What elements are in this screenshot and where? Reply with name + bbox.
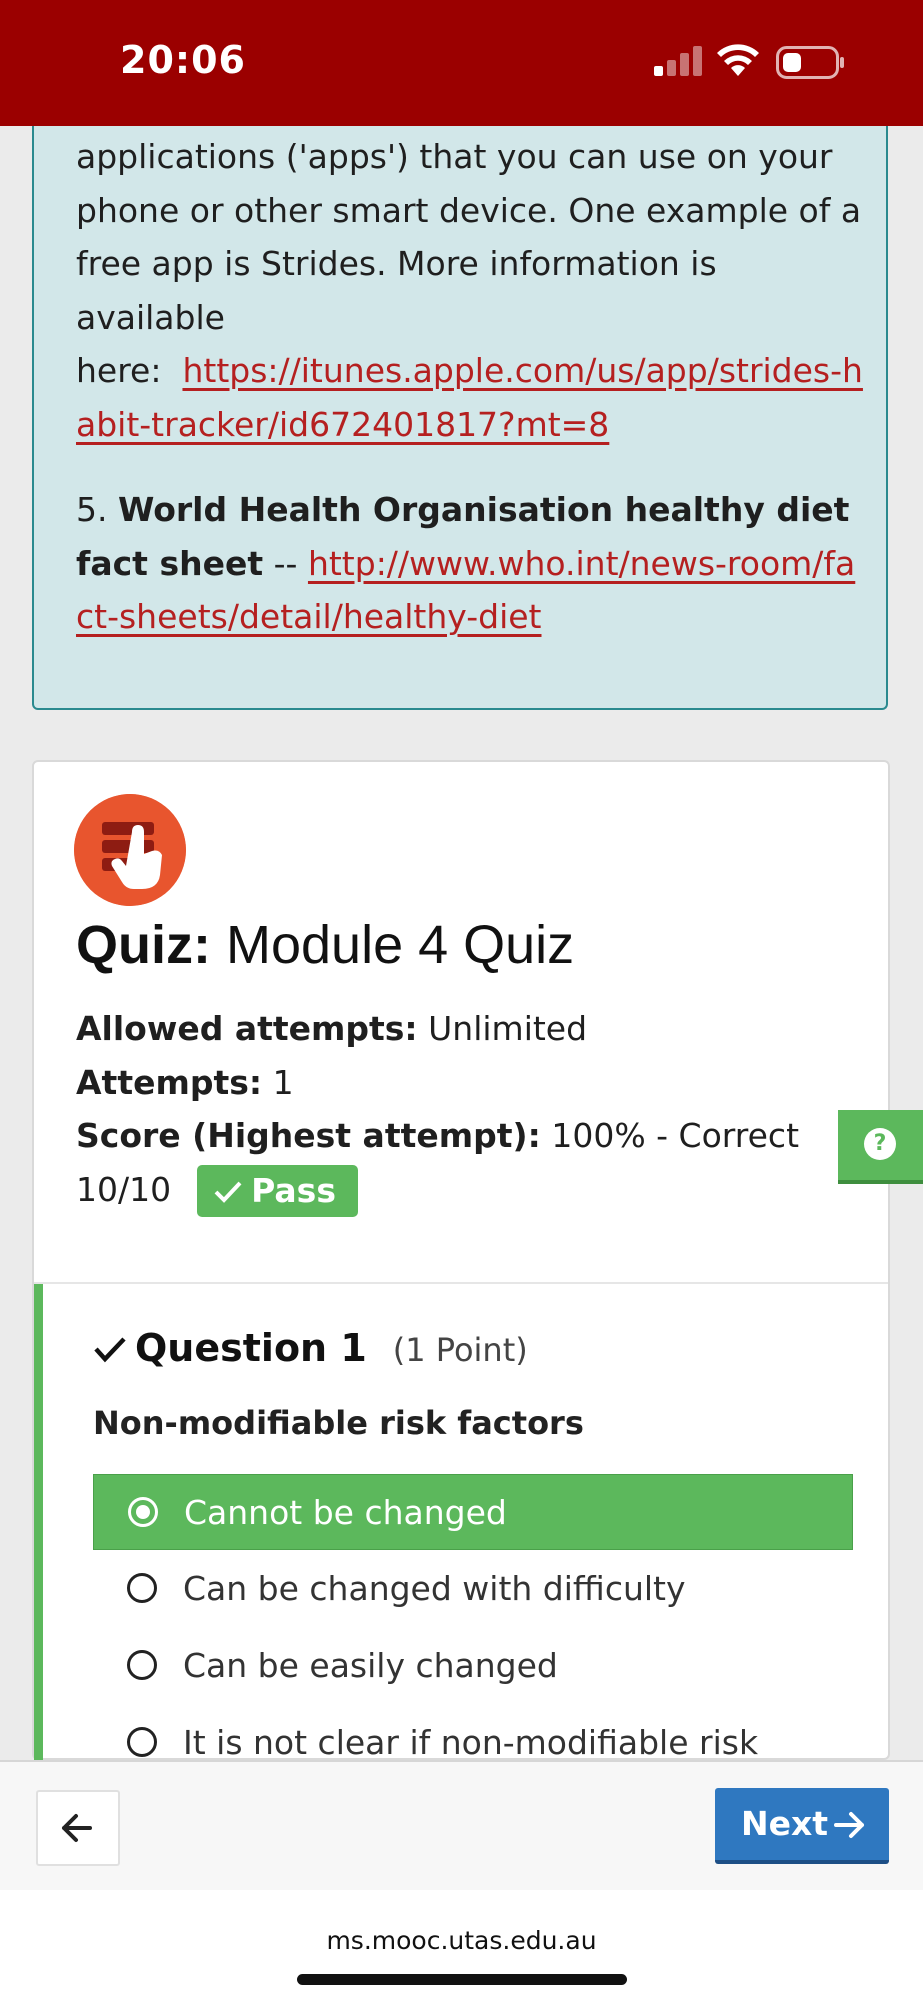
radio-icon (127, 1650, 157, 1680)
strides-link[interactable]: https://itunes.apple.com/us/app/strides-… (76, 351, 863, 444)
quiz-hand-icon (74, 794, 186, 906)
here-label: here: (76, 351, 162, 390)
quiz-title: Quiz: Module 4 Quiz (76, 914, 574, 976)
answer-option[interactable]: Can be changed with difficulty (93, 1551, 853, 1627)
bottom-navigation: Next (0, 1760, 923, 1890)
attempts-label: Attempts: (76, 1062, 263, 1102)
answer-option[interactable]: Cannot be changed (93, 1474, 853, 1550)
allowed-attempts-label: Allowed attempts: (76, 1009, 418, 1048)
answer-label: Cannot be changed (184, 1493, 507, 1532)
quiz-title-name: Module 4 Quiz (226, 915, 575, 975)
status-bar: 20:06 (0, 0, 923, 126)
next-button[interactable]: Next (715, 1788, 889, 1864)
back-button[interactable] (36, 1790, 120, 1866)
next-label: Next (741, 1804, 829, 1843)
arrow-right-icon (834, 1812, 864, 1838)
check-icon (214, 1181, 242, 1203)
browser-address-bar: ms.mooc.utas.edu.au (0, 1888, 923, 2000)
answer-option[interactable]: Can be easily changed (93, 1628, 853, 1704)
home-indicator[interactable] (297, 1974, 627, 1985)
wifi-icon (717, 44, 759, 76)
answer-label: Can be changed with difficulty (183, 1569, 686, 1608)
answer-label: Can be easily changed (183, 1646, 558, 1685)
quiz-meta: Allowed attempts: Unlimited Attempts: 1 … (76, 1002, 856, 1217)
signal-icon (654, 46, 702, 76)
arrow-left-icon (62, 1814, 92, 1842)
question-text: Non-modifiable risk factors (93, 1404, 584, 1442)
question-block: Question 1 (1 Point) Non-modifiable risk … (34, 1284, 888, 1764)
radio-icon (127, 1573, 157, 1603)
attempts-value: 1 (272, 1062, 294, 1102)
question-title: Question 1 (135, 1326, 367, 1370)
battery-icon (776, 46, 844, 79)
allowed-attempts-value: Unlimited (428, 1009, 588, 1048)
question-points: (1 Point) (392, 1331, 528, 1369)
quiz-card: Quiz: Module 4 Quiz Allowed attempts: Un… (32, 760, 890, 1764)
url-text[interactable]: ms.mooc.utas.edu.au (0, 1926, 923, 1955)
item-number: 5. (76, 490, 108, 529)
status-time: 20:06 (120, 38, 246, 82)
resources-panel: applications ('apps') that you can use o… (32, 80, 888, 710)
help-tab[interactable]: ? (838, 1110, 923, 1184)
pass-label: Pass (251, 1171, 336, 1210)
radio-selected-icon (128, 1497, 158, 1527)
who-item: 5. World Health Organisation healthy die… (76, 483, 866, 644)
resources-text: applications ('apps') that you can use o… (76, 130, 866, 644)
pass-badge: Pass (197, 1165, 358, 1217)
quiz-title-prefix: Quiz: (76, 915, 211, 975)
apps-paragraph: applications ('apps') that you can use o… (76, 130, 866, 451)
check-icon (94, 1337, 126, 1363)
score-label: Score (Highest attempt): (76, 1116, 541, 1155)
question-heading: Question 1 (1 Point) (93, 1326, 528, 1370)
apps-paragraph-text: applications ('apps') that you can use o… (76, 137, 862, 337)
radio-icon (127, 1727, 157, 1757)
help-icon: ? (864, 1128, 896, 1160)
item-separator: -- (273, 543, 298, 583)
